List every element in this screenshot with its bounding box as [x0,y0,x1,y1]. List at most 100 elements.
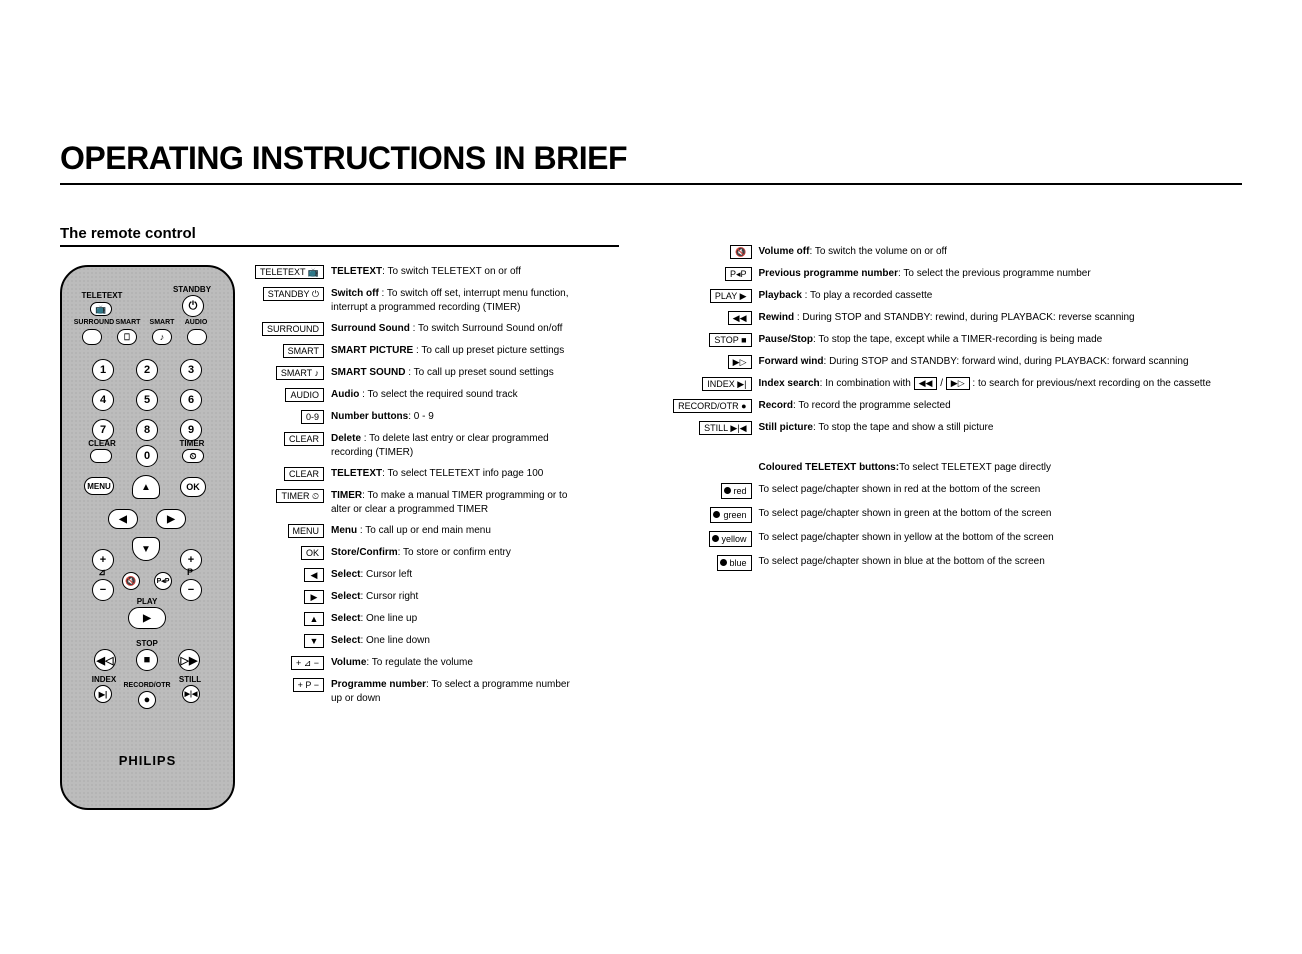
key-label: SMART [283,344,324,358]
label-audio: AUDIO [166,319,226,326]
desc-text: Select: One line up [331,612,570,626]
label-standby: STANDBY [162,285,222,294]
color-button-descriptions: redTo select page/chapter shown in red a… [674,483,1242,572]
play-button: ▶ [128,607,166,629]
desc-row: ▶Select: Cursor right [260,590,570,604]
desc-row: MENU Menu : To call up or end main menu [260,524,570,538]
color-dot-icon [712,535,719,542]
desc-row: AUDIOAudio : To select the required soun… [260,388,570,402]
desc-row: SMART ♪ SMART SOUND : To call up preset s… [260,366,570,380]
cursor-up: ▲ [132,475,160,499]
desc-text: Select: Cursor left [331,568,570,582]
standby-button: ⏻ [182,295,204,317]
desc-text: Programme number: To select a programme … [331,678,570,705]
mute-button: 🔇 [122,572,140,590]
smart-sound-button: ♪ [152,329,172,345]
digit-0: 0 [136,445,158,467]
surround-button [82,329,102,345]
vol-minus: − [92,579,114,601]
key-label: ▶ [304,590,324,604]
still-button: ▶|◀ [182,685,200,703]
prog-minus: − [180,579,202,601]
desc-row: ▼ Select: One line down [260,634,570,648]
cursor-left: ◀ [108,509,138,529]
ok-button: OK [180,477,206,497]
desc-text: TELETEXT: To switch TELETEXT on or off [331,265,570,279]
clear-button [90,449,112,463]
left-column: The remote control TELETEXT STANDBY 📺 ⏻ … [60,225,619,810]
desc-row: STILL ▶|◀ Still picture: To stop the tape… [674,421,1242,435]
key-label: ◀◀ [728,311,752,325]
key-label: 🔇 [730,245,751,259]
key-label: MENU [288,524,325,538]
key-label: SURROUND [262,322,324,336]
right-column: 🔇Volume off: To switch the volume on or … [674,225,1242,810]
desc-text: Forward wind: During STOP and STANDBY: f… [759,355,1242,369]
smart-picture-button: ⎕ [117,329,137,345]
key-label: ◀ [304,568,324,582]
key-label: STILL ▶|◀ [699,421,751,435]
key-label: P◂P [725,267,752,281]
color-dot-icon [713,511,720,518]
desc-row: + ⊿ −Volume: To regulate the volume [260,656,570,670]
record-button: ● [138,691,156,709]
desc-row: STANDBY ⏻Switch off : To switch off set,… [260,287,570,314]
desc-text: Surround Sound : To switch Surround Soun… [331,322,570,336]
color-desc-row: redTo select page/chapter shown in red a… [674,483,1242,499]
key-label: ▼ [304,634,324,648]
digit-1: 1 [92,359,114,381]
inline-key-icon: ◀◀ [914,377,938,390]
digit-3: 3 [180,359,202,381]
label-timer: TIMER [162,439,222,448]
desc-row: ◀ Select: Cursor left [260,568,570,582]
color-button-blue: blue [717,555,752,571]
desc-row: SURROUND Surround Sound : To switch Surro… [260,322,570,336]
desc-row: CLEARTELETEXT: To select TELETEXT info p… [260,467,570,481]
desc-row: TELETEXT 📺TELETEXT: To switch TELETEXT o… [260,265,570,279]
desc-text: Store/Confirm: To store or confirm entry [331,546,570,560]
key-label: INDEX ▶| [702,377,751,391]
color-button-yellow: yellow [709,531,752,547]
teletext-buttons-header: Coloured TELETEXT buttons:To select TELE… [674,461,1242,475]
desc-row: 🔇Volume off: To switch the volume on or … [674,245,1242,259]
desc-text: SMART SOUND : To call up preset sound se… [331,366,570,380]
desc-row: OK Store/Confirm: To store or confirm ent… [260,546,570,560]
desc-text: To select page/chapter shown in green at… [759,507,1242,521]
desc-row: ▶▷Forward wind: During STOP and STANDBY:… [674,355,1242,369]
digit-4: 4 [92,389,114,411]
desc-row: ◀◀ Rewind : During STOP and STANDBY: rewi… [674,311,1242,325]
color-desc-row: yellowTo select page/chapter shown in ye… [674,531,1242,547]
inline-key-icon: ▶▷ [946,377,970,390]
desc-row: RECORD/OTR ●Record: To record the progra… [674,399,1242,413]
desc-text: Previous programme number: To select the… [759,267,1242,281]
label-clear: CLEAR [72,439,132,448]
key-label: STOP ■ [709,333,751,347]
desc-text: Rewind : During STOP and STANDBY: rewind… [759,311,1242,325]
color-button-red: red [721,483,752,499]
page-title: OPERATING INSTRUCTIONS IN BRIEF [60,140,1242,185]
desc-row: ▲Select: One line up [260,612,570,626]
right-descriptions: 🔇Volume off: To switch the volume on or … [674,245,1242,435]
key-label: AUDIO [285,388,324,402]
desc-text: Still picture: To stop the tape and show… [759,421,1242,435]
desc-row: P◂P Previous programme number: To select … [674,267,1242,281]
desc-row: INDEX ▶|Index search: In combination wit… [674,377,1242,391]
label-teletext: TELETEXT [72,291,132,300]
digit-9: 9 [180,419,202,441]
key-label: OK [301,546,324,560]
digit-6: 6 [180,389,202,411]
desc-text: Select: One line down [331,634,570,648]
desc-text: Menu : To call up or end main menu [331,524,570,538]
audio-button [187,329,207,345]
key-label: SMART ♪ [276,366,324,380]
two-column-layout: The remote control TELETEXT STANDBY 📺 ⏻ … [60,225,1242,810]
color-dot-icon [724,487,731,494]
brand-logo: PHILIPS [62,753,233,768]
desc-text: To select page/chapter shown in blue at … [759,555,1242,569]
ffwd-button: ▷▶ [178,649,200,671]
desc-text: Volume: To regulate the volume [331,656,570,670]
desc-row: TIMER ⏲TIMER: To make a manual TIMER pro… [260,489,570,516]
stop-button: ■ [136,649,158,671]
desc-text: Record: To record the programme selected [759,399,1242,413]
section-subtitle: The remote control [60,225,619,247]
